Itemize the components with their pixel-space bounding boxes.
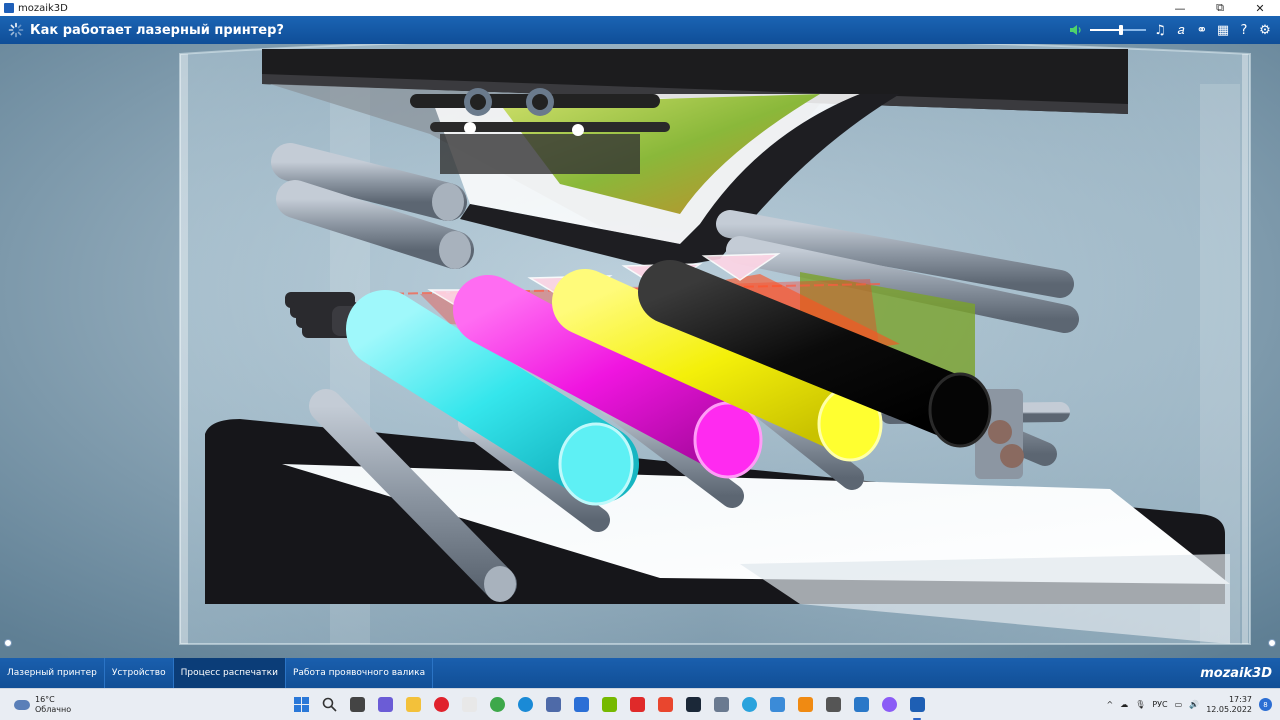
nvidia-icon-glyph	[601, 697, 617, 712]
weather-temp: 16°C	[35, 694, 55, 704]
printer-illustration	[0, 44, 1280, 658]
speaker-icon[interactable]: 🔊	[1189, 700, 1199, 709]
window-titlebar: mozaik3D — ⧉ ✕	[0, 0, 1280, 16]
tab-printing-process[interactable]: Процесс распечатки	[173, 658, 286, 688]
settings-icon[interactable]: ⚙	[1258, 23, 1272, 38]
window-title: mozaik3D	[18, 2, 68, 14]
telegram-icon-glyph	[741, 697, 757, 712]
yandex-browser-icon-glyph	[461, 697, 477, 712]
remote-desktop-icon-glyph	[853, 697, 869, 712]
onedrive-icon[interactable]: ☁	[1120, 700, 1128, 709]
explorer-icon-glyph	[405, 697, 421, 712]
ms-store-icon-glyph	[573, 697, 589, 712]
minimize-button[interactable]: —	[1160, 0, 1200, 16]
remote-desktop-icon[interactable]	[850, 694, 872, 716]
calculator-icon-glyph	[713, 697, 729, 712]
start-icon[interactable]	[290, 694, 312, 716]
notepad-icon-glyph	[769, 697, 785, 712]
task-view-icon[interactable]	[346, 694, 368, 716]
nvidia-icon[interactable]	[598, 694, 620, 716]
calculator-icon[interactable]	[710, 694, 732, 716]
chat-icon-glyph	[377, 697, 393, 712]
page-title: Как работает лазерный принтер?	[30, 22, 284, 38]
chapter-nav: Лазерный принтер Устройство Процесс расп…	[0, 658, 1280, 688]
top-mechanism	[410, 88, 670, 174]
clock-time: 17:37	[1228, 694, 1252, 704]
maximize-button[interactable]: ⧉	[1200, 0, 1240, 16]
layout-icon[interactable]: ▦	[1216, 23, 1230, 38]
steam-icon[interactable]	[682, 694, 704, 716]
ea-icon-glyph	[657, 697, 673, 712]
start-icon-glyph	[293, 697, 309, 712]
app-root: mozaik3D — ⧉ ✕ Как работает лазерный при…	[0, 0, 1280, 720]
search-icon[interactable]	[318, 694, 340, 716]
tab-laser-printer[interactable]: Лазерный принтер	[0, 658, 105, 688]
clock-date: 12.05.2022	[1206, 704, 1252, 714]
scene-rotate-left-handle[interactable]	[4, 639, 12, 647]
tray-overflow-icon[interactable]: ^	[1107, 700, 1114, 709]
scene-rotate-right-handle[interactable]	[1268, 639, 1276, 647]
close-button[interactable]: ✕	[1240, 0, 1280, 16]
edge-icon[interactable]	[514, 694, 536, 716]
opera-icon[interactable]	[430, 694, 452, 716]
volume-icon[interactable]	[1069, 23, 1083, 37]
notification-badge[interactable]: 8	[1259, 698, 1272, 711]
ms-store-icon[interactable]	[570, 694, 592, 716]
search-icon-glyph	[322, 697, 337, 712]
telegram-icon[interactable]	[738, 694, 760, 716]
explorer-icon[interactable]	[402, 694, 424, 716]
loading-spinner-icon	[8, 22, 24, 38]
music-icon[interactable]: ♫	[1153, 23, 1167, 38]
yandex-browser-icon[interactable]	[458, 694, 480, 716]
brand-logo: mozaik3D	[1200, 665, 1272, 681]
windows-taskbar: 16°C Облачно ^ ☁ 🎙 РУС ▭ 🔊 17:37 12.05.2…	[0, 688, 1280, 720]
yandex-icon[interactable]	[626, 694, 648, 716]
vlc-icon[interactable]	[794, 694, 816, 716]
tab-developer-roller[interactable]: Работа проявочного валика	[286, 658, 434, 688]
volume-slider-thumb[interactable]	[1118, 25, 1123, 35]
taskbar-apps	[290, 694, 928, 720]
network-icon[interactable]: ▭	[1175, 700, 1183, 709]
chrome-icon-glyph	[489, 697, 505, 712]
yandex-icon-glyph	[629, 697, 645, 712]
volume-slider[interactable]	[1090, 23, 1146, 37]
opera-icon-glyph	[433, 697, 449, 712]
app-logo-icon	[4, 3, 14, 13]
mozaik-icon-glyph	[909, 697, 925, 712]
tab-device[interactable]: Устройство	[105, 658, 174, 688]
store-settings-icon[interactable]	[542, 694, 564, 716]
ea-icon[interactable]	[654, 694, 676, 716]
app-toolbar: Как работает лазерный принтер? ♫ 𝑎 ⚭ ▦ ?…	[0, 16, 1280, 44]
volume-slider-fill	[1090, 29, 1121, 31]
weather-condition: Облачно	[35, 704, 72, 714]
microphone-icon[interactable]: 🎙	[1135, 700, 1145, 709]
system-tray: ^ ☁ 🎙 РУС ▭ 🔊 17:37 12.05.2022 8	[1107, 695, 1280, 715]
window-controls: — ⧉ ✕	[1160, 0, 1280, 16]
camera-icon-glyph	[825, 697, 841, 712]
vlc-icon-glyph	[797, 697, 813, 712]
alice-icon-glyph	[881, 697, 897, 712]
camera-icon[interactable]	[822, 694, 844, 716]
chrome-icon[interactable]	[486, 694, 508, 716]
edge-icon-glyph	[517, 697, 533, 712]
chat-icon[interactable]	[374, 694, 396, 716]
cloud-icon	[14, 699, 30, 710]
task-view-icon-glyph	[349, 697, 365, 712]
printer-3d-scene[interactable]	[0, 44, 1280, 658]
alice-icon[interactable]	[878, 694, 900, 716]
clock[interactable]: 17:37 12.05.2022	[1206, 695, 1252, 715]
notepad-icon[interactable]	[766, 694, 788, 716]
steam-icon-glyph	[685, 697, 701, 712]
toolbar-tools: ♫ 𝑎 ⚭ ▦ ? ⚙	[1069, 23, 1280, 38]
mozaik-icon[interactable]	[906, 694, 928, 720]
weather-widget[interactable]: 16°C Облачно	[0, 695, 290, 715]
language-indicator[interactable]: РУС	[1152, 700, 1167, 709]
help-icon[interactable]: ?	[1237, 23, 1251, 38]
link-icon[interactable]: ⚭	[1195, 23, 1209, 38]
text-style-icon[interactable]: 𝑎	[1174, 23, 1188, 38]
store-settings-icon-glyph	[545, 697, 561, 712]
